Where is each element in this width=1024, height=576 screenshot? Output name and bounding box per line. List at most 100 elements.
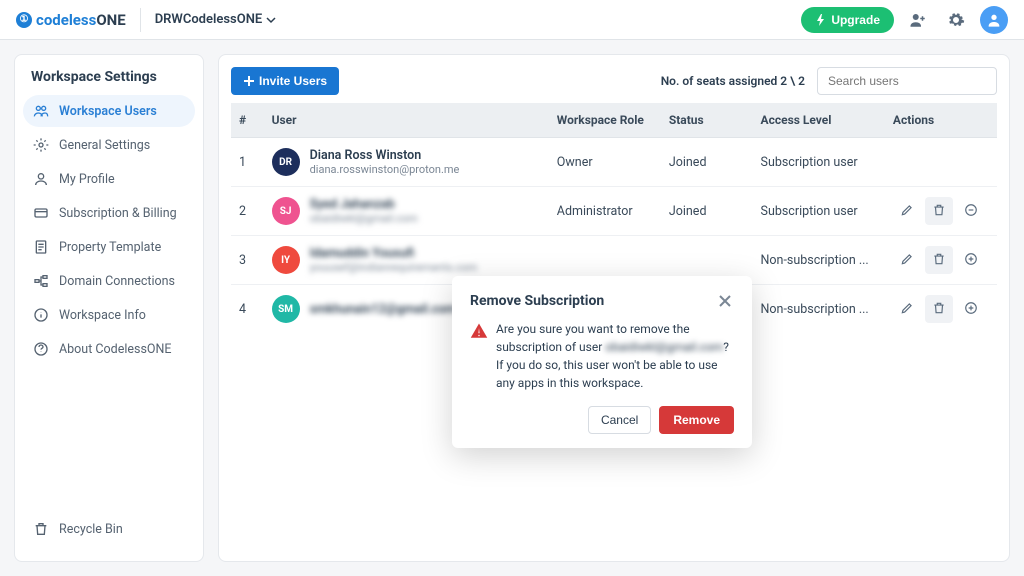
invite-label: Invite Users [259, 74, 327, 88]
col-header-actions: Actions [885, 103, 997, 138]
user-avatar: IY [272, 246, 300, 274]
sidebar: Workspace Settings Workspace Users Genera… [14, 54, 204, 562]
row-number: 3 [231, 236, 264, 285]
upgrade-button[interactable]: Upgrade [801, 7, 894, 33]
cell-role: Administrator [549, 187, 661, 236]
brand-prefix: codeless [36, 11, 96, 29]
sidebar-item-label: General Settings [59, 138, 150, 153]
user-email: youusef@indianrequirements.com [310, 261, 478, 274]
cell-user: DRDiana Ross Winstondiana.rosswinston@pr… [264, 138, 549, 187]
sidebar-item-label: Domain Connections [59, 274, 175, 289]
domain-icon [33, 273, 49, 289]
col-header-status: Status [661, 103, 753, 138]
dialog-title: Remove Subscription [470, 293, 604, 309]
search-input[interactable] [817, 67, 997, 95]
add-subscription-button[interactable] [957, 246, 985, 274]
sidebar-item-label: Workspace Users [59, 104, 157, 119]
sidebar-item-label: Workspace Info [59, 308, 146, 323]
user-avatar: SM [272, 295, 300, 323]
user-avatar: SJ [272, 197, 300, 225]
sidebar-item-domain-connections[interactable]: Domain Connections [23, 265, 195, 297]
sidebar-item-label: My Profile [59, 172, 115, 187]
person-icon [986, 12, 1002, 28]
invite-users-button[interactable]: Invite Users [231, 67, 339, 95]
col-header-access: Access Level [753, 103, 885, 138]
brand-logo[interactable]: ① codelessONE [16, 11, 126, 29]
dialog-body-user: obaidiwkl@gmail.com [605, 340, 723, 354]
cell-access: Non-subscription ... [753, 236, 885, 285]
cell-status: Joined [661, 138, 753, 187]
sidebar-item-subscription-billing[interactable]: Subscription & Billing [23, 197, 195, 229]
sidebar-item-my-profile[interactable]: My Profile [23, 163, 195, 195]
sidebar-item-workspace-users[interactable]: Workspace Users [23, 95, 195, 127]
sidebar-item-label: Subscription & Billing [59, 206, 177, 221]
template-icon [33, 239, 49, 255]
add-subscription-button[interactable] [957, 295, 985, 323]
topbar-divider [140, 8, 141, 32]
upgrade-label: Upgrade [831, 13, 880, 27]
sidebar-item-workspace-info[interactable]: Workspace Info [23, 299, 195, 331]
dialog-close-button[interactable] [716, 292, 734, 310]
workspace-name: DRWCodelessONE [155, 12, 263, 27]
sidebar-item-property-template[interactable]: Property Template [23, 231, 195, 263]
logo-mark-icon: ① [16, 12, 32, 28]
trash-icon [932, 203, 946, 220]
delete-button[interactable] [925, 197, 953, 225]
user-avatar-menu[interactable] [980, 6, 1008, 34]
cell-access: Subscription user [753, 187, 885, 236]
col-header-user: User [264, 103, 549, 138]
col-header-role: Workspace Role [549, 103, 661, 138]
trash-icon [33, 521, 49, 537]
dialog-cancel-button[interactable]: Cancel [588, 406, 651, 434]
sidebar-item-about-codelessone[interactable]: About CodelessONE [23, 333, 195, 365]
dialog-remove-button[interactable]: Remove [659, 406, 734, 434]
dialog-body-text: Are you sure you want to remove the subs… [496, 320, 734, 392]
cell-access: Subscription user [753, 138, 885, 187]
remove-subscription-button[interactable] [957, 197, 985, 225]
gear-icon [33, 137, 49, 153]
delete-button[interactable] [925, 246, 953, 274]
cell-actions [885, 236, 997, 285]
user-name: Syed Jahanzab [310, 197, 418, 212]
workspace-picker[interactable]: DRWCodelessONE [155, 12, 277, 27]
sidebar-title: Workspace Settings [23, 69, 195, 95]
pencil-icon [900, 301, 914, 318]
gear-icon [947, 11, 965, 29]
trash-icon [932, 301, 946, 318]
sidebar-item-label: About CodelessONE [59, 342, 172, 357]
sidebar-item-label: Property Template [59, 240, 161, 255]
edit-button[interactable] [893, 246, 921, 274]
edit-button[interactable] [893, 197, 921, 225]
chevron-down-icon [266, 15, 276, 25]
sidebar-item-general-settings[interactable]: General Settings [23, 129, 195, 161]
table-row: 1DRDiana Ross Winstondiana.rosswinston@p… [231, 138, 997, 187]
row-number: 4 [231, 285, 264, 334]
cell-actions [885, 138, 997, 187]
cell-actions [885, 285, 997, 334]
delete-button[interactable] [925, 295, 953, 323]
remove-subscription-dialog: Remove Subscription Are you sure you wan… [452, 276, 752, 448]
brand-suffix: ONE [96, 11, 125, 29]
cell-actions [885, 187, 997, 236]
table-row: 2SJSyed Jahanzabobaidiwkl@gmail.comAdmin… [231, 187, 997, 236]
sidebar-item-label: Recycle Bin [59, 522, 123, 537]
pencil-icon [900, 252, 914, 269]
pencil-icon [900, 203, 914, 220]
circle-plus-icon [964, 301, 978, 318]
cell-access: Non-subscription ... [753, 285, 885, 334]
close-icon [718, 294, 732, 308]
info-icon [33, 307, 49, 323]
settings-button[interactable] [942, 6, 970, 34]
user-email: diana.rosswinston@proton.me [310, 163, 460, 176]
add-user-button[interactable] [904, 6, 932, 34]
user-name: Diana Ross Winston [310, 148, 460, 163]
sidebar-item-recycle-bin[interactable]: Recycle Bin [23, 513, 195, 545]
plus-icon [243, 75, 255, 87]
user-name: Idamuddin Yousufi [310, 246, 478, 261]
edit-button[interactable] [893, 295, 921, 323]
trash-icon [932, 252, 946, 269]
row-number: 2 [231, 187, 264, 236]
col-header-num: # [231, 103, 264, 138]
user-name: smkhunain12@gmail.com [310, 302, 456, 317]
cell-status: Joined [661, 187, 753, 236]
